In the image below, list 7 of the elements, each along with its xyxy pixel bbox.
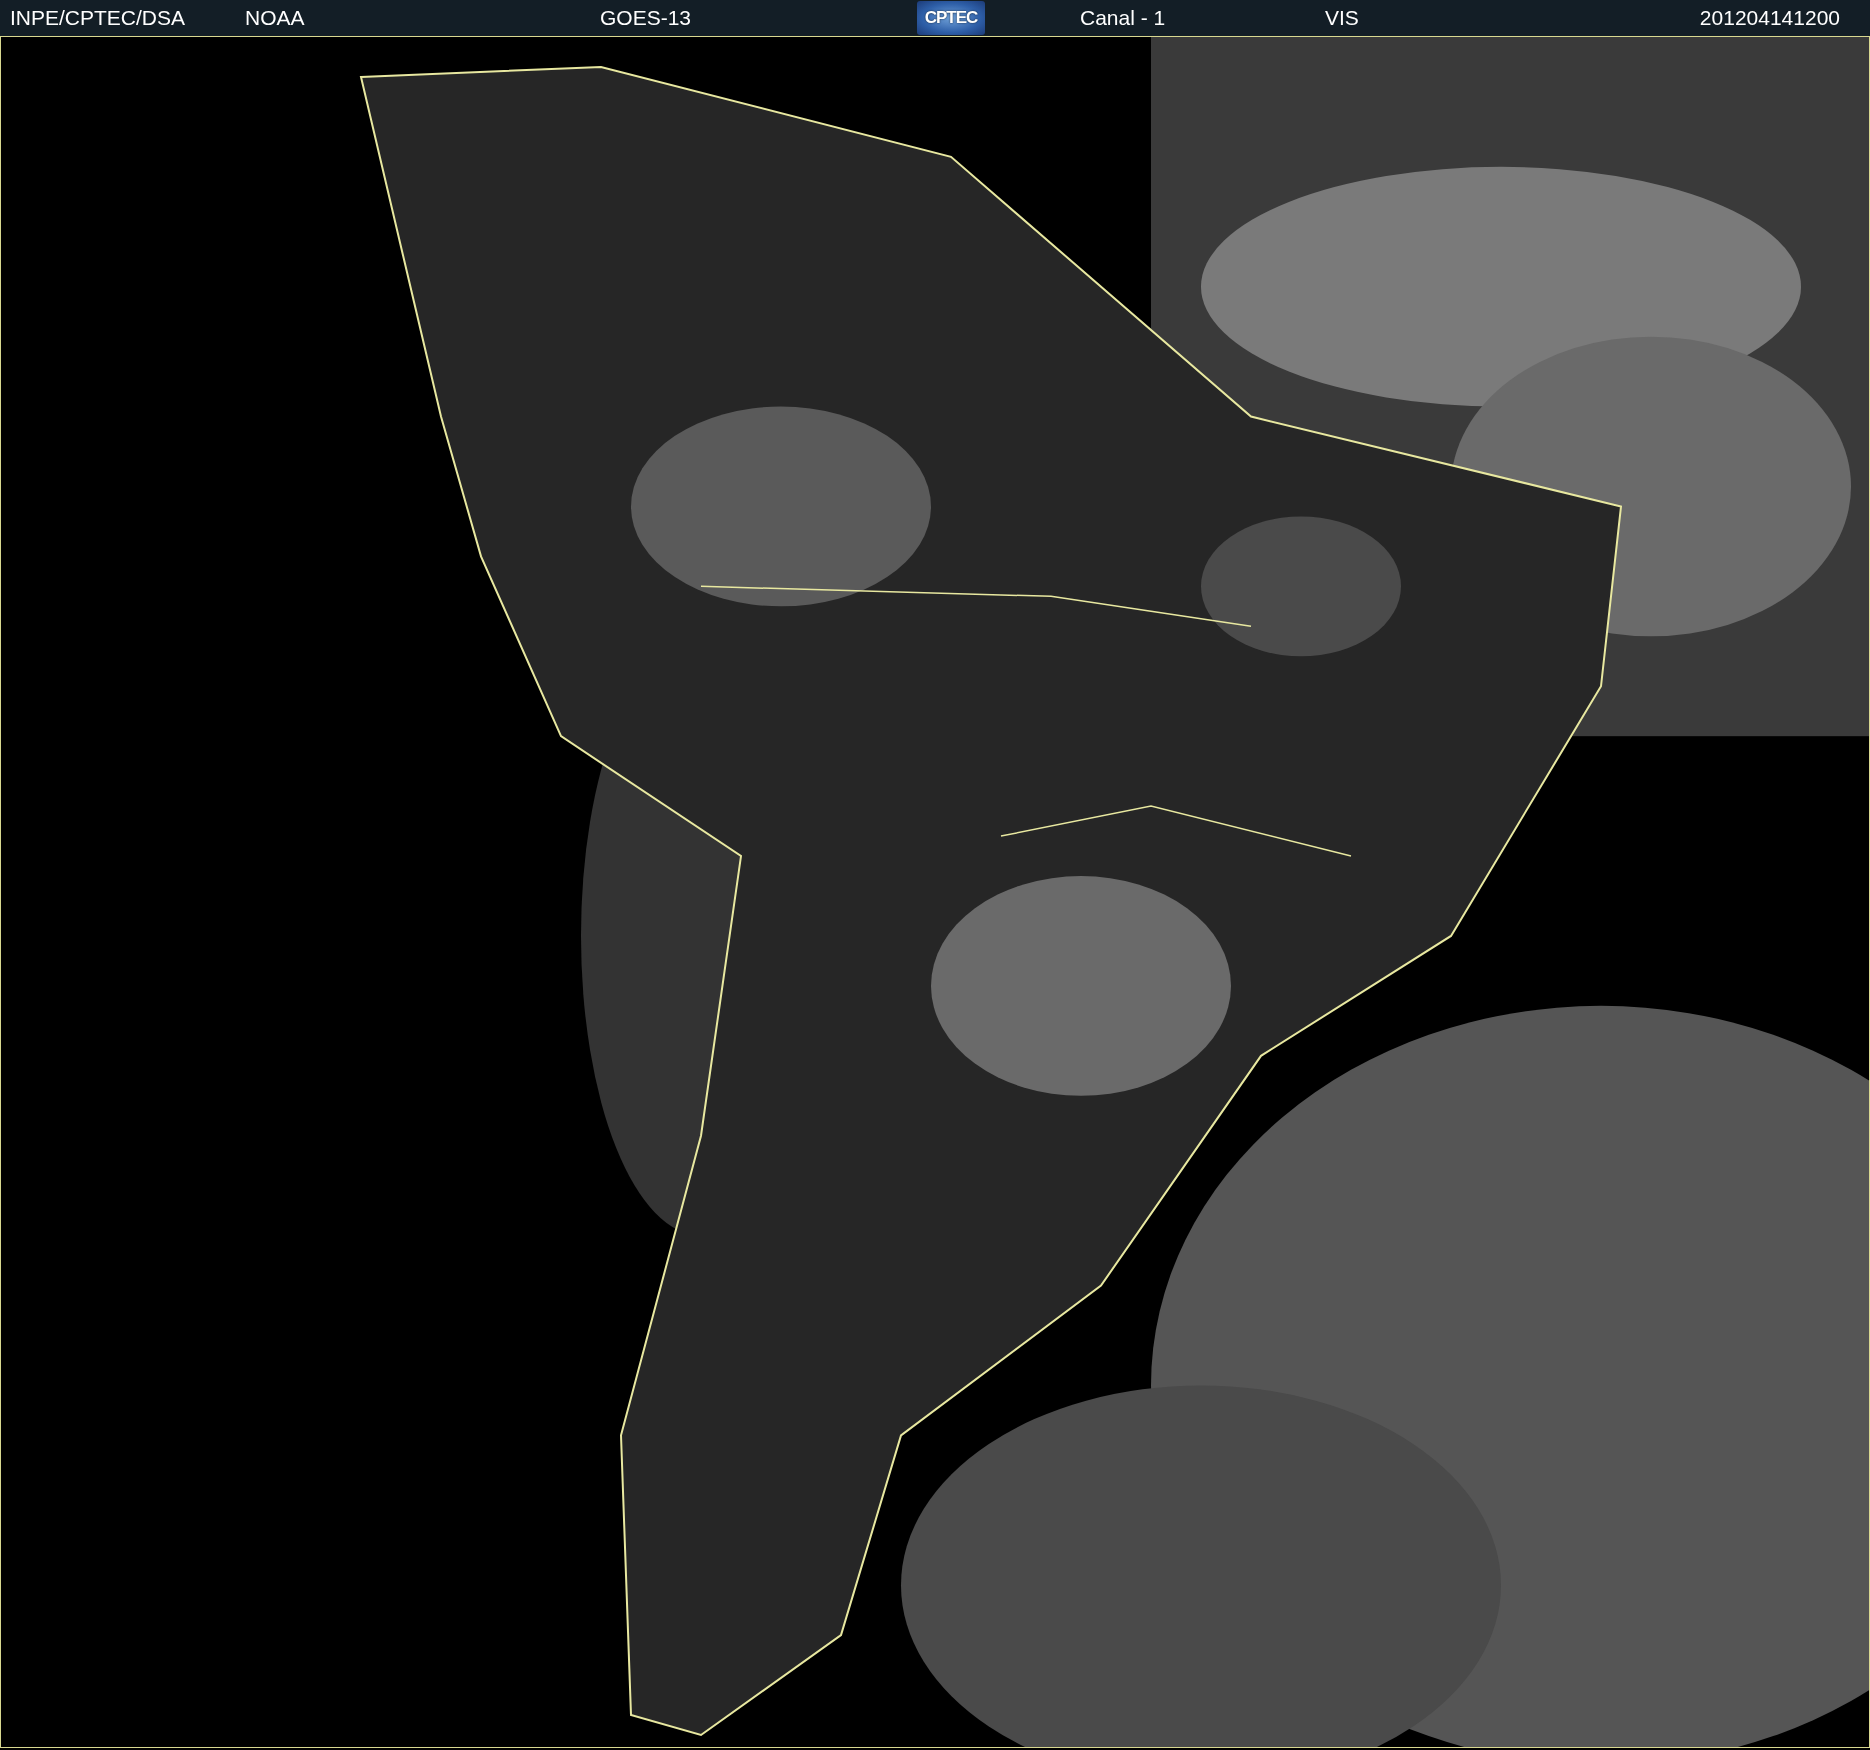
logo: CPTEC — [917, 1, 985, 35]
header-label: Canal - 1 — [1080, 6, 1166, 30]
header-label: VIS — [1325, 6, 1359, 30]
header-label: INPE/CPTEC/DSA — [10, 6, 186, 30]
header-label: NOAA — [245, 6, 305, 30]
timestamp: 201204141200 — [1699, 6, 1840, 30]
header-label: GOES-13 — [600, 6, 692, 30]
